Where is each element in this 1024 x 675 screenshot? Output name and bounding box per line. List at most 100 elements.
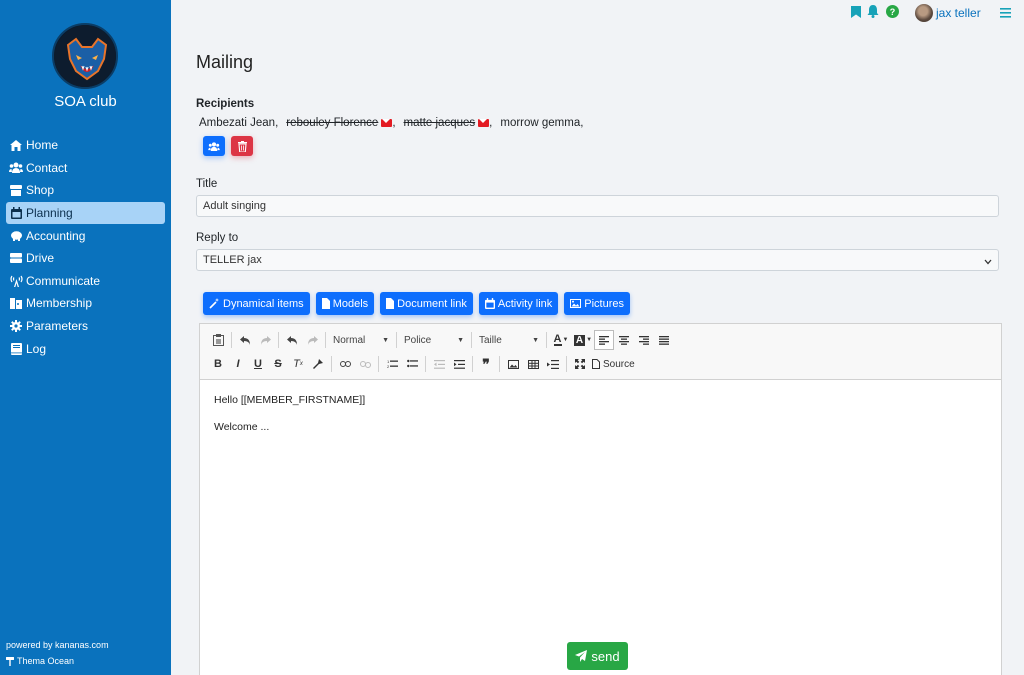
sidebar-item-parameters[interactable]: Parameters	[6, 315, 165, 338]
sidebar: SOA club Home Contact Shop Planning Acco…	[0, 0, 171, 675]
document-link-button[interactable]: Document link	[380, 292, 473, 315]
topbar: ? jax teller	[171, 0, 1024, 26]
button-label: Pictures	[584, 297, 625, 310]
paint-roller-icon	[6, 656, 14, 666]
undo-icon[interactable]	[235, 330, 255, 350]
recipients-list: Ambezati Jean, rebouley Florence, matte …	[199, 117, 591, 129]
numbered-list-icon[interactable]: 12	[382, 354, 402, 374]
unlink-icon[interactable]	[355, 354, 375, 374]
drive-icon	[9, 252, 23, 264]
align-left-icon[interactable]	[594, 330, 614, 350]
source-label: Source	[603, 358, 635, 370]
editor-toolbar-row-1: Normal ▼ Police ▼ Taille ▼ A ▼ A ▼	[208, 330, 674, 350]
format-select[interactable]: Normal ▼	[329, 330, 393, 350]
broadcast-icon	[9, 275, 23, 287]
theme-selector[interactable]: Thema Ocean	[6, 656, 74, 666]
id-card-icon	[9, 297, 23, 309]
club-logo	[52, 23, 118, 89]
redo-icon[interactable]	[255, 330, 275, 350]
sidebar-item-home[interactable]: Home	[6, 134, 165, 157]
theme-label: Thema Ocean	[17, 656, 75, 666]
strikethrough-icon[interactable]: S	[268, 354, 288, 374]
image-icon[interactable]	[503, 354, 523, 374]
paste-icon[interactable]	[208, 330, 228, 350]
italic-icon[interactable]: I	[228, 354, 248, 374]
paper-plane-icon	[575, 650, 591, 662]
avatar[interactable]	[915, 4, 933, 22]
powered-by-link[interactable]: powered by kananas.com	[6, 640, 109, 650]
reply-to-select[interactable]: TELLER jax	[196, 249, 999, 271]
add-recipients-button[interactable]	[203, 136, 225, 156]
sidebar-item-label: Membership	[26, 296, 93, 311]
background-color-icon[interactable]: A ▼	[572, 330, 594, 350]
copy-format-icon[interactable]	[308, 354, 328, 374]
sidebar-item-label: Shop	[26, 183, 55, 198]
button-label: Models	[332, 297, 369, 310]
dynamical-items-button[interactable]: Dynamical items	[203, 292, 310, 315]
sidebar-item-accounting[interactable]: Accounting	[6, 224, 165, 247]
align-justify-icon[interactable]	[654, 330, 674, 350]
send-label: send	[591, 648, 620, 664]
piggy-bank-icon	[9, 230, 23, 242]
size-select[interactable]: Taille ▼	[475, 330, 543, 350]
sidebar-item-label: Log	[26, 341, 47, 356]
sidebar-item-label: Planning	[26, 206, 73, 221]
fullscreen-icon[interactable]	[570, 354, 590, 374]
source-icon	[592, 359, 600, 369]
gear-icon	[9, 320, 23, 333]
recipient-item: morrow gemma,	[500, 117, 584, 129]
clear-recipients-button[interactable]	[231, 136, 253, 156]
outdent-icon[interactable]	[429, 354, 449, 374]
club-name: SOA club	[54, 93, 117, 110]
sidebar-item-label: Home	[26, 138, 59, 153]
source-button[interactable]: Source	[590, 354, 637, 374]
help-icon[interactable]: ?	[886, 5, 899, 18]
text-color-icon[interactable]: A ▼	[550, 330, 572, 350]
sidebar-item-shop[interactable]: Shop	[6, 179, 165, 202]
redo-icon[interactable]	[302, 330, 322, 350]
sidebar-item-membership[interactable]: Membership	[6, 292, 165, 315]
home-icon	[9, 139, 23, 151]
remove-format-icon[interactable]: Tx	[288, 354, 308, 374]
activity-link-button[interactable]: Activity link	[478, 292, 559, 315]
align-center-icon[interactable]	[614, 330, 634, 350]
undo-icon[interactable]	[282, 330, 302, 350]
underline-icon[interactable]: U	[248, 354, 268, 374]
editor-content[interactable]: Hello [[MEMBER_FIRSTNAME]] Welcome ...	[200, 380, 1001, 462]
sidebar-item-contact[interactable]: Contact	[6, 157, 165, 180]
bell-icon[interactable]	[867, 4, 879, 18]
sidebar-item-planning[interactable]: Planning	[6, 201, 165, 225]
insert-block-icon[interactable]	[543, 354, 563, 374]
file-icon	[386, 298, 397, 309]
book-icon	[9, 342, 23, 355]
recipient-item: rebouley Florence,	[286, 117, 396, 129]
indent-icon[interactable]	[449, 354, 469, 374]
bookmark-icon[interactable]	[850, 6, 862, 18]
insert-buttons: Dynamical items Models Document link Act…	[203, 292, 636, 315]
sidebar-item-label: Accounting	[26, 228, 86, 243]
editor-line: Hello [[MEMBER_FIRSTNAME]]	[214, 394, 366, 406]
magic-wand-icon	[209, 298, 223, 309]
sidebar-item-log[interactable]: Log	[6, 337, 165, 360]
hamburger-menu-icon[interactable]	[1000, 7, 1011, 21]
align-right-icon[interactable]	[634, 330, 654, 350]
editor-toolbar: Normal ▼ Police ▼ Taille ▼ A ▼ A ▼ B I U S Tx	[200, 324, 1001, 380]
bullet-list-icon[interactable]	[402, 354, 422, 374]
blockquote-icon[interactable]: ❞	[476, 354, 496, 374]
bold-icon[interactable]: B	[208, 354, 228, 374]
sidebar-item-label: Parameters	[26, 319, 89, 334]
font-select[interactable]: Police ▼	[400, 330, 468, 350]
send-button[interactable]: send	[567, 642, 628, 670]
sidebar-item-communicate[interactable]: Communicate	[6, 270, 165, 293]
title-input[interactable]: Adult singing	[196, 195, 999, 217]
table-icon[interactable]	[523, 354, 543, 374]
user-menu[interactable]: jax teller	[936, 6, 981, 20]
models-button[interactable]: Models	[315, 292, 375, 315]
sidebar-item-drive[interactable]: Drive	[6, 247, 165, 270]
envelope-icon	[381, 119, 393, 127]
pictures-button[interactable]: Pictures	[564, 292, 631, 315]
link-icon[interactable]	[335, 354, 355, 374]
image-icon	[570, 299, 584, 308]
chevron-down-icon	[984, 256, 992, 268]
title-value: Adult singing	[203, 200, 266, 212]
